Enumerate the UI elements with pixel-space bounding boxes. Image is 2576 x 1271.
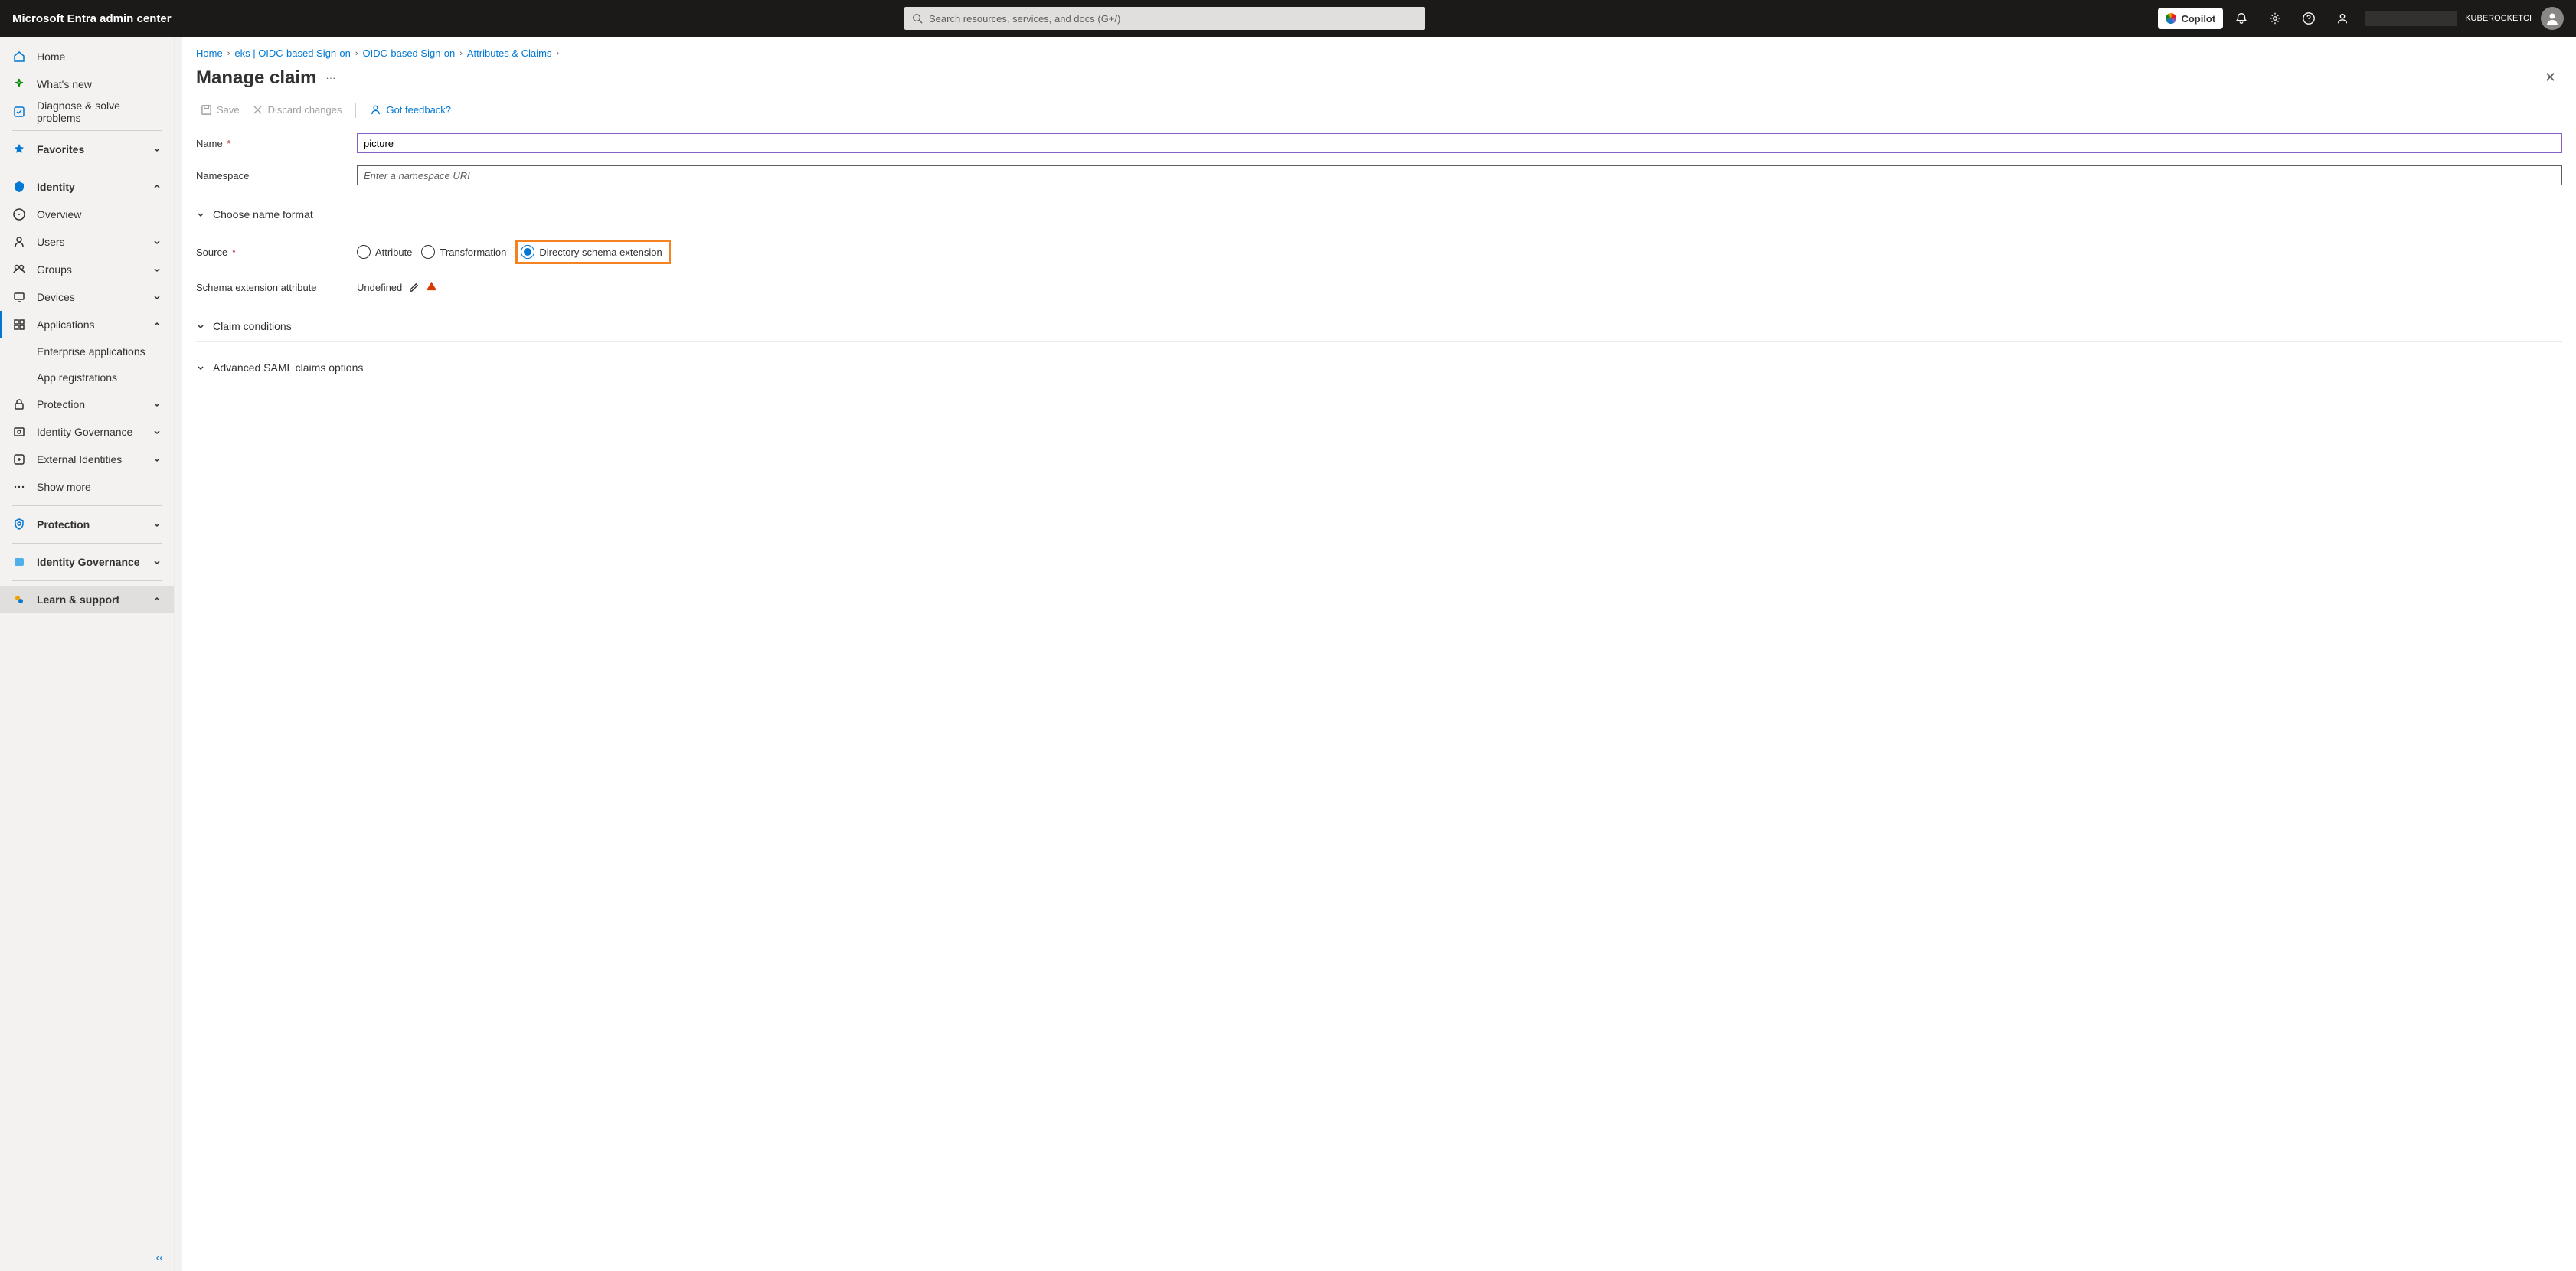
sidebar-whatsnew[interactable]: What's new [0,70,174,98]
crumb-eks[interactable]: eks | OIDC-based Sign-on [234,47,351,59]
external-id-icon [12,453,26,466]
crumb-home[interactable]: Home [196,47,223,59]
chevron-down-icon [152,557,162,567]
name-label: Name [196,138,223,149]
chevron-up-icon [152,320,162,329]
advanced-saml-section[interactable]: Advanced SAML claims options [196,351,2562,384]
breadcrumb: Home› eks | OIDC-based Sign-on› OIDC-bas… [182,37,2576,64]
tenant-name: KUBEROCKETCI [2465,14,2532,23]
sidebar-protection-sub[interactable]: Protection [0,390,174,418]
chevron-down-icon [196,322,205,331]
sidebar-app-registrations[interactable]: App registrations [0,364,174,390]
search-input[interactable]: Search resources, services, and docs (G+… [904,7,1425,30]
close-icon[interactable]: ✕ [2538,67,2562,89]
edit-icon[interactable] [408,282,420,293]
page-title: Manage claim [196,67,316,89]
name-input[interactable] [357,133,2562,153]
star-icon [12,142,26,156]
discard-icon [252,104,263,116]
governance-icon [12,425,26,439]
overview-icon [12,207,26,221]
sidebar-id-governance-2[interactable]: Identity Governance [0,548,174,576]
source-label: Source [196,247,227,258]
sparkle-icon [12,77,26,91]
apps-icon [12,318,26,332]
help-icon[interactable] [2293,0,2324,37]
namespace-input[interactable] [357,165,2562,185]
command-bar: Save Discard changes Got feedback? [182,96,2576,129]
user-avatar[interactable] [2541,7,2564,30]
copilot-button[interactable]: Copilot [2158,8,2223,29]
feedback-icon[interactable] [2327,0,2358,37]
devices-icon [12,290,26,304]
chevron-down-icon [152,265,162,274]
copilot-icon [2166,13,2176,24]
namespace-label: Namespace [196,170,249,181]
sidebar-overview[interactable]: Overview [0,201,174,228]
choose-name-format-section[interactable]: Choose name format [196,198,2562,230]
chevron-down-icon [152,400,162,409]
schema-value: Undefined [357,282,402,293]
settings-icon[interactable] [2260,0,2290,37]
sidebar-enterprise-apps[interactable]: Enterprise applications [0,338,174,364]
chevron-up-icon [152,595,162,604]
groups-icon [12,263,26,276]
diagnose-icon [12,105,26,119]
home-icon [12,50,26,64]
sidebar-scrollbar[interactable] [175,37,182,1271]
learn-icon [12,593,26,606]
org-name-redacted [2365,11,2457,26]
save-icon [201,104,212,116]
save-button[interactable]: Save [196,101,244,119]
collapse-sidebar-icon[interactable]: ‹‹ [156,1251,163,1263]
sidebar-identity[interactable]: Identity [0,173,174,201]
sidebar-applications[interactable]: Applications [0,311,174,338]
sidebar-favorites[interactable]: Favorites [0,136,174,163]
sidebar-devices[interactable]: Devices [0,283,174,311]
radio-attribute[interactable]: Attribute [357,245,412,259]
discard-button[interactable]: Discard changes [247,101,347,119]
feedback-button[interactable]: Got feedback? [365,101,456,119]
sidebar-users[interactable]: Users [0,228,174,256]
sidebar-diagnose[interactable]: Diagnose & solve problems [0,98,174,126]
crumb-oidc[interactable]: OIDC-based Sign-on [363,47,456,59]
crumb-attrs[interactable]: Attributes & Claims [467,47,552,59]
chevron-down-icon [152,292,162,302]
sidebar: Home What's new Diagnose & solve problem… [0,37,175,1271]
schema-ext-label: Schema extension attribute [196,282,317,293]
identity-icon [12,180,26,194]
search-placeholder: Search resources, services, and docs (G+… [929,13,1120,25]
sidebar-external-id[interactable]: External Identities [0,446,174,473]
chevron-down-icon [152,145,162,154]
sidebar-home[interactable]: Home [0,43,174,70]
sidebar-show-more[interactable]: Show more [0,473,174,501]
chevron-up-icon [152,182,162,191]
radio-transformation[interactable]: Transformation [421,245,506,259]
sidebar-protection[interactable]: Protection [0,511,174,538]
sidebar-id-governance[interactable]: Identity Governance [0,418,174,446]
main-content: Home› eks | OIDC-based Sign-on› OIDC-bas… [182,37,2576,1271]
chevron-down-icon [152,427,162,436]
sidebar-learn[interactable]: Learn & support [0,586,174,613]
warning-icon [426,280,437,294]
id-gov-icon [12,555,26,569]
chevron-down-icon [152,455,162,464]
chevron-down-icon [152,520,162,529]
chevron-down-icon [196,363,205,372]
more-menu-icon[interactable]: ··· [325,72,335,83]
chevron-down-icon [196,210,205,219]
claim-conditions-section[interactable]: Claim conditions [196,310,2562,342]
highlight-box: Directory schema extension [515,240,670,264]
radio-directory-schema[interactable]: Directory schema extension [521,245,662,259]
chevron-down-icon [152,237,162,247]
feedback-person-icon [370,104,381,116]
shield-icon [12,518,26,531]
topbar: Microsoft Entra admin center Search reso… [0,0,2576,37]
sidebar-groups[interactable]: Groups [0,256,174,283]
brand-title: Microsoft Entra admin center [12,12,172,25]
notifications-icon[interactable] [2226,0,2257,37]
users-icon [12,235,26,249]
lock-icon [12,397,26,411]
ellipsis-icon [12,480,26,494]
